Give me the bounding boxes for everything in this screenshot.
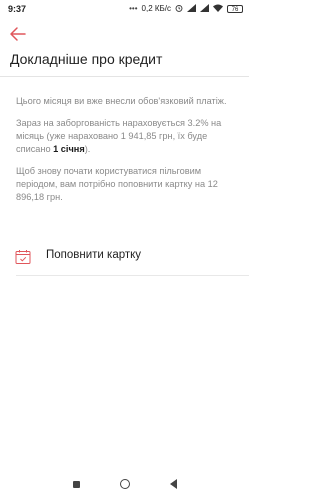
page-title: Докладніше про кредит: [10, 51, 163, 67]
calendar-check-icon: [15, 249, 31, 265]
screen: 9:37 ••• 0,2 КБ/с 76 Докладніше про кред…: [0, 0, 249, 499]
action-divider: [16, 275, 249, 276]
info-paragraph-2-text: Зараз на заборгованість нараховується 3.…: [16, 118, 222, 154]
battery-icon: 76: [227, 4, 243, 13]
back-triangle-icon[interactable]: [169, 479, 177, 489]
back-button[interactable]: [8, 24, 28, 44]
header-divider: [0, 76, 249, 77]
alarm-icon: [175, 4, 183, 14]
status-bar: 9:37 ••• 0,2 КБ/с 76: [0, 0, 249, 17]
recents-square-icon[interactable]: [72, 480, 80, 488]
status-time: 9:37: [8, 3, 27, 14]
credit-info: Цього місяця ви вже внесли обов'язковий …: [16, 95, 244, 213]
signal-icon: [187, 3, 196, 14]
wifi-icon: [213, 4, 223, 14]
info-paragraph-2-end: ).: [84, 144, 91, 154]
top-up-card-label: Поповнити картку: [46, 249, 142, 261]
info-paragraph-1: Цього місяця ви вже внесли обов'язковий …: [16, 96, 227, 106]
charge-date: 1 січня: [53, 144, 85, 154]
battery-level: 76: [231, 6, 239, 13]
top-up-card-button[interactable]: Поповнити картку: [0, 243, 249, 273]
home-circle-icon[interactable]: [119, 479, 130, 489]
info-paragraph-2: Зараз на заборгованість нараховується 3.…: [16, 117, 244, 156]
signal-icon: [200, 3, 209, 14]
navigation-bar: [0, 469, 249, 499]
info-paragraph-3: Щоб знову почати користуватися пільговим…: [16, 166, 218, 202]
arrow-left-icon: [10, 27, 26, 41]
status-indicators: ••• 0,2 КБ/с 76: [129, 3, 243, 14]
status-dots: •••: [129, 4, 138, 13]
network-speed: 0,2 КБ/с: [141, 4, 171, 13]
